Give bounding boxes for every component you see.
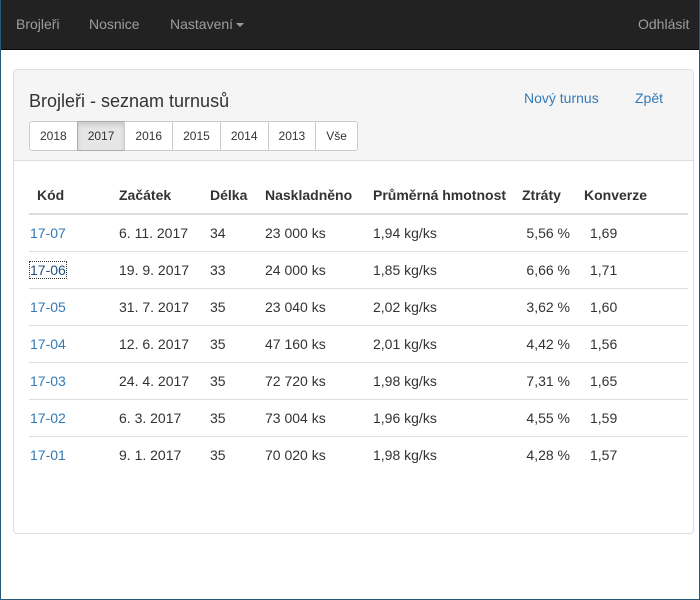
batch-length: 35 xyxy=(210,446,226,463)
caret-down-icon xyxy=(236,23,245,28)
batch-stocked: 47 160 ks xyxy=(265,325,373,363)
batch-avg-weight: 2,01 kg/ks xyxy=(373,325,522,363)
column-header-avg-weight: Průměrná hmotnost xyxy=(373,177,522,215)
top-navbar: Brojleři Nosnice Nastavení Odhlásit xyxy=(0,0,700,50)
table-row: 17-05 31. 7. 2017 35 23 040 ks 2,02 kg/k… xyxy=(29,288,688,326)
batch-start: 12. 6. 2017 xyxy=(119,325,210,363)
batch-conversion: 1,69 xyxy=(584,214,688,252)
batch-conversion: 1,65 xyxy=(584,362,688,400)
batches-table: Kód Začátek Délka Naskladněno Průměrná h… xyxy=(29,177,688,473)
page-title: Brojleři - seznam turnusů xyxy=(29,91,230,111)
table-row: 17-02 6. 3. 2017 35 73 004 ks 1,96 kg/ks… xyxy=(29,399,688,437)
year-button-2017[interactable]: 2017 xyxy=(76,121,126,151)
nav-item-nosnice[interactable]: Nosnice xyxy=(89,16,140,32)
year-button-2015[interactable]: 2015 xyxy=(172,121,221,151)
batch-code-link[interactable]: 17-04 xyxy=(30,336,66,352)
batch-stocked: 72 720 ks xyxy=(265,362,373,400)
batch-start: 19. 9. 2017 xyxy=(119,251,210,289)
batch-length: 35 xyxy=(210,399,265,437)
year-button-2013[interactable]: 2013 xyxy=(267,121,317,151)
year-button-2016[interactable]: 2016 xyxy=(124,121,174,151)
batch-length: 35 xyxy=(210,362,265,400)
batch-start: 6. 3. 2017 xyxy=(119,399,210,437)
batch-losses: 7,31 % xyxy=(522,362,584,400)
batch-conversion: 1,60 xyxy=(584,288,688,326)
column-header-conversion: Konverze xyxy=(584,177,688,215)
batch-avg-weight: 1,98 kg/ks xyxy=(373,362,522,400)
nav-item-nastaveni-dropdown[interactable]: Nastavení xyxy=(170,16,245,32)
batch-start: 6. 11. 2017 xyxy=(119,214,210,252)
nav-item-brojleri[interactable]: Brojleři xyxy=(16,16,60,32)
table-header-row: Kód Začátek Délka Naskladněno Průměrná h… xyxy=(29,177,688,215)
batch-length: 33 xyxy=(210,251,265,289)
batches-panel: Brojleři - seznam turnusů Nový turnus Zp… xyxy=(13,69,694,534)
batch-losses: 4,42 % xyxy=(522,325,584,363)
batch-losses: 5,56 % xyxy=(522,214,584,252)
batch-start: 24. 4. 2017 xyxy=(119,362,210,400)
batch-length: 35 xyxy=(210,288,265,326)
batch-start: 31. 7. 2017 xyxy=(119,288,210,326)
batch-avg-weight: 1,98 kg/ks xyxy=(373,446,437,463)
batch-conversion: 1,71 xyxy=(584,251,688,289)
batch-code-link[interactable]: 17-01 xyxy=(30,447,66,463)
batch-avg-weight: 2,02 kg/ks xyxy=(373,288,522,326)
batch-length: 34 xyxy=(210,214,265,252)
column-header-code: Kód xyxy=(29,177,119,215)
batch-losses: 6,66 % xyxy=(522,251,584,289)
batch-length: 35 xyxy=(210,325,265,363)
batch-stocked: 70 020 ks xyxy=(265,446,326,463)
batch-losses: 3,62 % xyxy=(522,288,584,326)
year-filter-group: 2018 2017 2016 2015 2014 2013 Vše xyxy=(29,121,358,151)
table-row: 17-07 6. 11. 2017 34 23 000 ks 1,94 kg/k… xyxy=(29,214,688,252)
batch-losses: 4,28 % xyxy=(526,446,570,463)
year-button-2014[interactable]: 2014 xyxy=(219,121,269,151)
batch-code-link[interactable]: 17-03 xyxy=(30,373,66,389)
back-link[interactable]: Zpět xyxy=(635,90,663,106)
batch-avg-weight: 1,94 kg/ks xyxy=(373,214,522,252)
column-header-losses: Ztráty xyxy=(522,177,584,215)
batch-conversion: 1,59 xyxy=(584,399,688,437)
batch-avg-weight: 1,96 kg/ks xyxy=(373,399,522,437)
table-row: 17-04 12. 6. 2017 35 47 160 ks 2,01 kg/k… xyxy=(29,325,688,363)
column-header-start: Začátek xyxy=(119,177,210,215)
batch-start: 9. 1. 2017 xyxy=(119,446,182,463)
batch-code-link[interactable]: 17-05 xyxy=(30,299,66,315)
batch-stocked: 23 040 ks xyxy=(265,288,373,326)
batch-stocked: 23 000 ks xyxy=(265,214,373,252)
batch-losses: 4,55 % xyxy=(522,399,584,437)
batch-code-link[interactable]: 17-02 xyxy=(30,410,66,426)
batch-conversion: 1,57 xyxy=(590,446,618,463)
batch-conversion: 1,56 xyxy=(584,325,688,363)
year-button-all[interactable]: Vše xyxy=(315,121,358,151)
logout-link[interactable]: Odhlásit xyxy=(638,16,689,32)
batch-code-link[interactable]: 17-07 xyxy=(30,225,66,241)
panel-heading: Brojleři - seznam turnusů Nový turnus Zp… xyxy=(14,70,693,161)
batch-avg-weight: 1,85 kg/ks xyxy=(373,251,522,289)
table-row: 17-01 9. 1. 2017 35 70 020 ks 1,98 kg/ks… xyxy=(29,436,688,473)
table-row: 17-03 24. 4. 2017 35 72 720 ks 1,98 kg/k… xyxy=(29,362,688,400)
year-button-2018[interactable]: 2018 xyxy=(29,121,78,151)
table-row: 17-06 19. 9. 2017 33 24 000 ks 1,85 kg/k… xyxy=(29,251,688,289)
column-header-stocked: Naskladněno xyxy=(265,177,373,215)
batch-stocked: 24 000 ks xyxy=(265,251,373,289)
new-batch-link[interactable]: Nový turnus xyxy=(524,90,599,106)
nav-item-nastaveni-label: Nastavení xyxy=(170,16,234,32)
batch-stocked: 73 004 ks xyxy=(265,399,373,437)
column-header-length: Délka xyxy=(210,177,265,215)
batch-code-link[interactable]: 17-06 xyxy=(29,260,67,279)
